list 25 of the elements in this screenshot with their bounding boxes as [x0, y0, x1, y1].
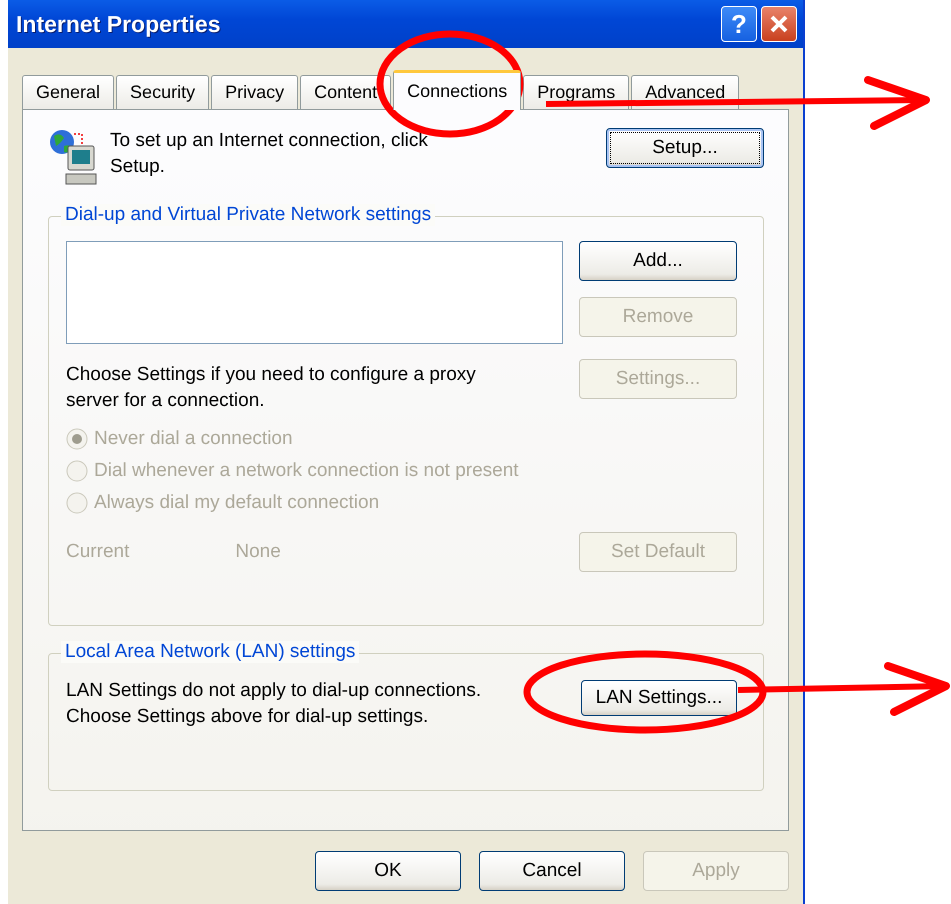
setup-instructions: To set up an Internet connection, click Setup.: [110, 129, 428, 179]
group-title: Local Area Network (LAN) settings: [61, 641, 360, 663]
lan-description: LAN Settings do not apply to dial-up connections. Choose Settings above for dial-up settings.: [66, 679, 482, 729]
current-value: None: [235, 541, 282, 563]
window-title: Internet Properties: [16, 10, 222, 38]
dialog-button[interactable]: Add...: [579, 241, 737, 281]
group-title: Dial-up and Virtual Private Network settings: [61, 204, 436, 226]
tab[interactable]: Connections: [393, 70, 522, 110]
radio-label: Dial whenever a network connection is not present: [94, 460, 519, 482]
close-button[interactable]: [761, 6, 797, 42]
radio-label: Always dial my default connection: [94, 492, 380, 514]
tab[interactable]: Privacy: [211, 75, 298, 109]
dialog-button[interactable]: Setup...: [606, 128, 764, 168]
tab[interactable]: General: [22, 75, 114, 109]
radio-label: Never dial a connection: [94, 428, 293, 450]
dialog-button[interactable]: OK: [315, 851, 461, 891]
tab[interactable]: Security: [116, 75, 210, 109]
dialog-button[interactable]: Cancel: [479, 851, 625, 891]
help-button[interactable]: ?: [721, 6, 757, 42]
dialog-button[interactable]: LAN Settings...: [581, 680, 737, 716]
connections-list[interactable]: [66, 241, 563, 344]
close-icon: [768, 13, 790, 35]
tab[interactable]: Content: [300, 75, 392, 109]
proxy-instructions: Choose Settings if you need to configure a proxy server for a connection.: [66, 363, 476, 413]
current-label: Current: [66, 541, 130, 563]
